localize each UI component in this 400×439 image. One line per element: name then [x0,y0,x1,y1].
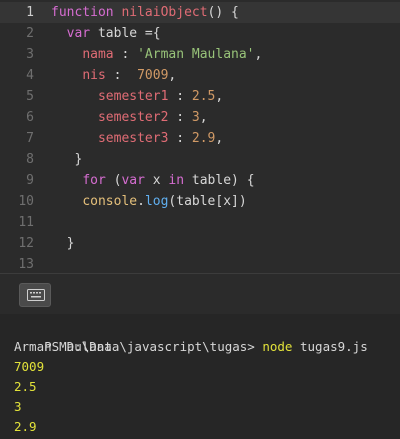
line-number: 4 [26,68,34,83]
code-token: console [82,194,138,209]
code-token: log [144,194,169,209]
code-text: for (var x in table) { [51,170,255,191]
terminal-output-line: Arman Maulana [14,339,112,354]
code-text: semester2 : 3, [51,107,208,128]
code-token: (table[x]) [168,194,247,209]
terminal-command-line: PS D:\Data\javascript\tugas> node tugas9… [14,317,368,354]
code-line[interactable]: 2 var table ={ [0,23,400,44]
terminal-output-line: 2.9 [14,419,37,434]
code-token: , [199,110,208,125]
line-number: 5 [26,89,34,104]
code-token: , [215,131,224,146]
code-text: var table ={ [51,23,161,44]
code-token: table) { [184,173,255,188]
code-line[interactable]: 8 } [0,149,400,170]
code-token: semester1 [97,89,169,104]
code-line[interactable]: 4 nis : 7009, [0,65,400,86]
code-token: function [51,5,122,20]
line-number: 11 [18,215,34,230]
terminal-output-line: 2.5 [14,379,37,394]
code-token: var [121,173,145,188]
terminal-toggle-button[interactable] [19,283,51,307]
code-line[interactable]: 6 semester2 : 3, [0,107,400,128]
code-line[interactable]: 12 } [0,233,400,254]
terminal-toolbar [0,274,400,314]
code-text: function nilaiObject() { [51,2,239,23]
line-number: 3 [26,47,34,62]
code-line[interactable]: 9 for (var x in table) { [0,170,400,191]
terminal-output-line: 7009 [14,359,45,374]
terminal-output-line: 3 [14,399,22,414]
code-token: semester2 [97,110,169,125]
code-text: } [51,149,82,170]
code-token: : [168,131,192,146]
code-text: semester1 : 2.5, [51,86,223,107]
code-token: : [168,89,192,104]
code-text: nis : 7009, [51,65,176,86]
code-token: nis [82,68,106,83]
code-token: : [105,68,138,83]
line-number: 7 [26,131,34,146]
line-number: 8 [26,152,34,167]
code-token: in [168,173,185,188]
terminal-args: tugas9.js [292,339,368,354]
code-text: semester3 : 2.9, [51,128,223,149]
code-token: . [137,194,145,209]
code-line[interactable]: 11 [0,212,400,233]
code-line[interactable]: 10 console.log(table[x]) [0,191,400,212]
code-token: table ={ [90,26,161,41]
code-token: nilaiObject [121,5,208,20]
code-editor[interactable]: 1 function nilaiObject() {2 var table ={3… [0,0,400,273]
line-number: 9 [26,173,34,188]
code-token: 2.5 [191,89,216,104]
code-line[interactable]: 13 [0,254,400,273]
code-token: , [254,47,263,62]
code-line[interactable]: 1 function nilaiObject() { [0,2,400,23]
terminal-output[interactable]: PS D:\Data\javascript\tugas> node tugas9… [0,314,400,439]
line-number: 10 [18,194,34,209]
code-token: 2.9 [191,131,216,146]
keyboard-icon [27,289,45,301]
code-line[interactable]: 7 semester3 : 2.9, [0,128,400,149]
code-token: () { [207,5,239,20]
code-line[interactable]: 5 semester1 : 2.5, [0,86,400,107]
code-token: , [168,68,177,83]
code-token: 7009 [137,68,169,83]
code-token: : [113,47,138,62]
code-token: 'Arman Maulana' [137,47,255,62]
code-text: nama : 'Arman Maulana', [51,44,262,65]
code-line[interactable]: 3 nama : 'Arman Maulana', [0,44,400,65]
terminal-command: node [262,339,293,354]
code-text: console.log(table[x]) [51,191,247,212]
line-number: 12 [18,236,34,251]
line-number: 2 [26,26,34,41]
code-token: x [144,173,169,188]
code-token: , [215,89,224,104]
code-token: 3 [191,110,200,125]
line-number: 6 [26,110,34,125]
line-number: 13 [18,257,34,272]
code-token: semester3 [97,131,169,146]
code-token: var [66,26,91,41]
code-token: : [168,110,192,125]
code-token: nama [82,47,114,62]
line-number: 1 [26,5,34,20]
code-token: for [82,173,106,188]
code-text: } [51,233,75,254]
code-token: } [74,152,83,167]
code-token: } [66,236,75,251]
code-token: ( [105,173,122,188]
